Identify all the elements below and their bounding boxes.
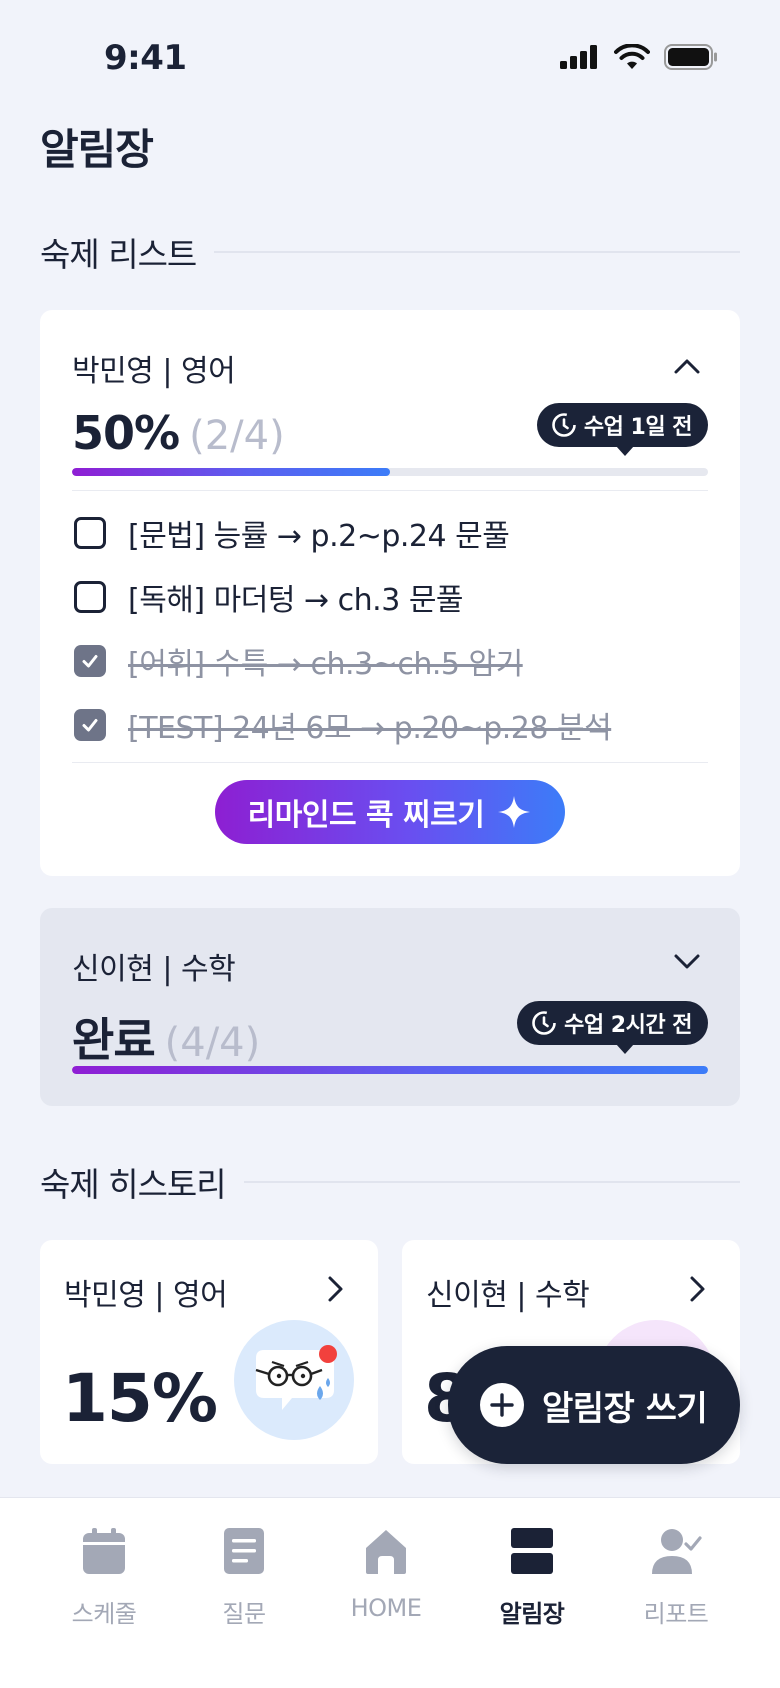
- bottom-tab-bar: 스케줄 질문 HOME 알림장 리포트: [0, 1497, 780, 1688]
- task-item[interactable]: [독해] 마더텅 → ch.3 문풀: [72, 577, 464, 618]
- progress-count: (2/4): [189, 413, 285, 459]
- task-text: [문법] 능률 → p.2~p.24 문풀: [128, 519, 510, 554]
- document-icon: [224, 1528, 264, 1574]
- class-time-tooltip: 수업 2시간 전: [517, 1001, 708, 1054]
- checkmark-icon: [82, 719, 98, 732]
- remind-button[interactable]: 리마인드 콕 찌르기: [215, 780, 565, 844]
- section-divider: [214, 251, 740, 253]
- section-divider: [243, 1181, 740, 1183]
- task-text: [TEST] 24년 6모 → p.20~p.28 분석: [128, 711, 612, 746]
- status-bar: 9:41: [0, 0, 780, 118]
- progress-count: (4/4): [164, 1020, 261, 1066]
- homework-card-1: 박민영 | 영어 50% (2/4) 수업 1일 전 [문법] 능률 → p.2…: [40, 310, 740, 876]
- history-card-title: 박민영 | 영어: [64, 1278, 228, 1313]
- person-check-icon: [652, 1529, 702, 1574]
- homework-progress: 완료 (4/4): [72, 1004, 260, 1070]
- clock-icon: [532, 1011, 556, 1035]
- worried-face-illustration: [234, 1320, 354, 1440]
- tab-report[interactable]: 리포트: [606, 1526, 746, 1629]
- tab-label: 리포트: [643, 1600, 709, 1628]
- status-time: 9:41: [104, 38, 187, 78]
- tab-home[interactable]: HOME: [316, 1526, 456, 1622]
- task-text: [어휘] 수특 → ch.3~ch.5 암기: [128, 647, 523, 682]
- homework-list-label: 숙제 리스트: [40, 235, 197, 274]
- tooltip-text: 수업 2시간 전: [564, 1013, 692, 1038]
- tab-label: HOME: [350, 1594, 422, 1622]
- page-title: 알림장: [40, 125, 154, 174]
- card-divider: [72, 762, 708, 763]
- class-time-tooltip: 수업 1일 전: [536, 403, 708, 456]
- history-percent: 15%: [62, 1360, 218, 1437]
- tab-label: 스케줄: [71, 1600, 137, 1628]
- task-item[interactable]: [문법] 능률 → p.2~p.24 문풀: [72, 513, 510, 554]
- worried-chat-icon: [255, 1345, 337, 1410]
- progress-status: 완료: [72, 1013, 156, 1067]
- homework-card-title: 박민영 | 영어: [72, 354, 236, 389]
- calendar-icon: [83, 1528, 125, 1574]
- card-divider: [72, 490, 708, 491]
- write-notice-button[interactable]: 알림장 쓰기: [448, 1346, 740, 1464]
- homework-card-2[interactable]: 신이현 | 수학 완료 (4/4) 수업 2시간 전: [40, 908, 740, 1106]
- task-checkbox[interactable]: [74, 517, 106, 549]
- task-text: [독해] 마더텅 → ch.3 문풀: [128, 583, 464, 618]
- history-card-1[interactable]: 박민영 | 영어 15%: [40, 1240, 378, 1464]
- homework-list-header: 숙제 리스트: [40, 228, 740, 276]
- task-item[interactable]: [TEST] 24년 6모 → p.20~p.28 분석: [72, 705, 612, 746]
- cellular-signal-icon: [560, 45, 597, 69]
- remind-button-label: 리마인드 콕 찌르기: [247, 798, 485, 833]
- task-checkbox[interactable]: [74, 645, 106, 677]
- tab-schedule[interactable]: 스케줄: [34, 1526, 174, 1629]
- wifi-icon: [614, 44, 650, 69]
- write-notice-label: 알림장 쓰기: [542, 1388, 708, 1429]
- homework-history-label: 숙제 히스토리: [40, 1165, 227, 1204]
- history-card-title: 신이현 | 수학: [426, 1278, 590, 1313]
- notice-board-icon: [511, 1528, 553, 1574]
- tooltip-text: 수업 1일 전: [583, 415, 693, 440]
- task-checkbox[interactable]: [74, 709, 106, 741]
- progress-percent: 50%: [72, 406, 180, 460]
- checkmark-icon: [82, 655, 98, 668]
- homework-progress: 50% (2/4): [72, 406, 285, 460]
- chevron-down-icon[interactable]: [672, 946, 702, 976]
- battery-icon: [664, 44, 717, 70]
- progress-bar-fill: [72, 468, 390, 476]
- homework-history-header: 숙제 히스토리: [40, 1158, 740, 1206]
- homework-card-title: 신이현 | 수학: [72, 952, 236, 987]
- home-icon: [366, 1530, 406, 1574]
- chevron-right-icon[interactable]: [324, 1274, 346, 1304]
- progress-bar-fill: [72, 1066, 708, 1074]
- chevron-up-icon[interactable]: [672, 352, 702, 382]
- sparkle-icon: [498, 796, 531, 828]
- clock-icon: [552, 413, 576, 437]
- progress-bar: [72, 468, 708, 476]
- tab-label: 질문: [222, 1600, 266, 1628]
- progress-bar: [72, 1066, 708, 1074]
- tab-label: 알림장: [499, 1600, 565, 1628]
- plus-icon: [480, 1383, 524, 1427]
- task-item[interactable]: [어휘] 수특 → ch.3~ch.5 암기: [72, 641, 523, 682]
- status-icons: [560, 44, 718, 70]
- chevron-right-icon[interactable]: [686, 1274, 708, 1304]
- task-checkbox[interactable]: [74, 581, 106, 613]
- tab-notice[interactable]: 알림장: [462, 1526, 602, 1629]
- tab-question[interactable]: 질문: [174, 1526, 314, 1629]
